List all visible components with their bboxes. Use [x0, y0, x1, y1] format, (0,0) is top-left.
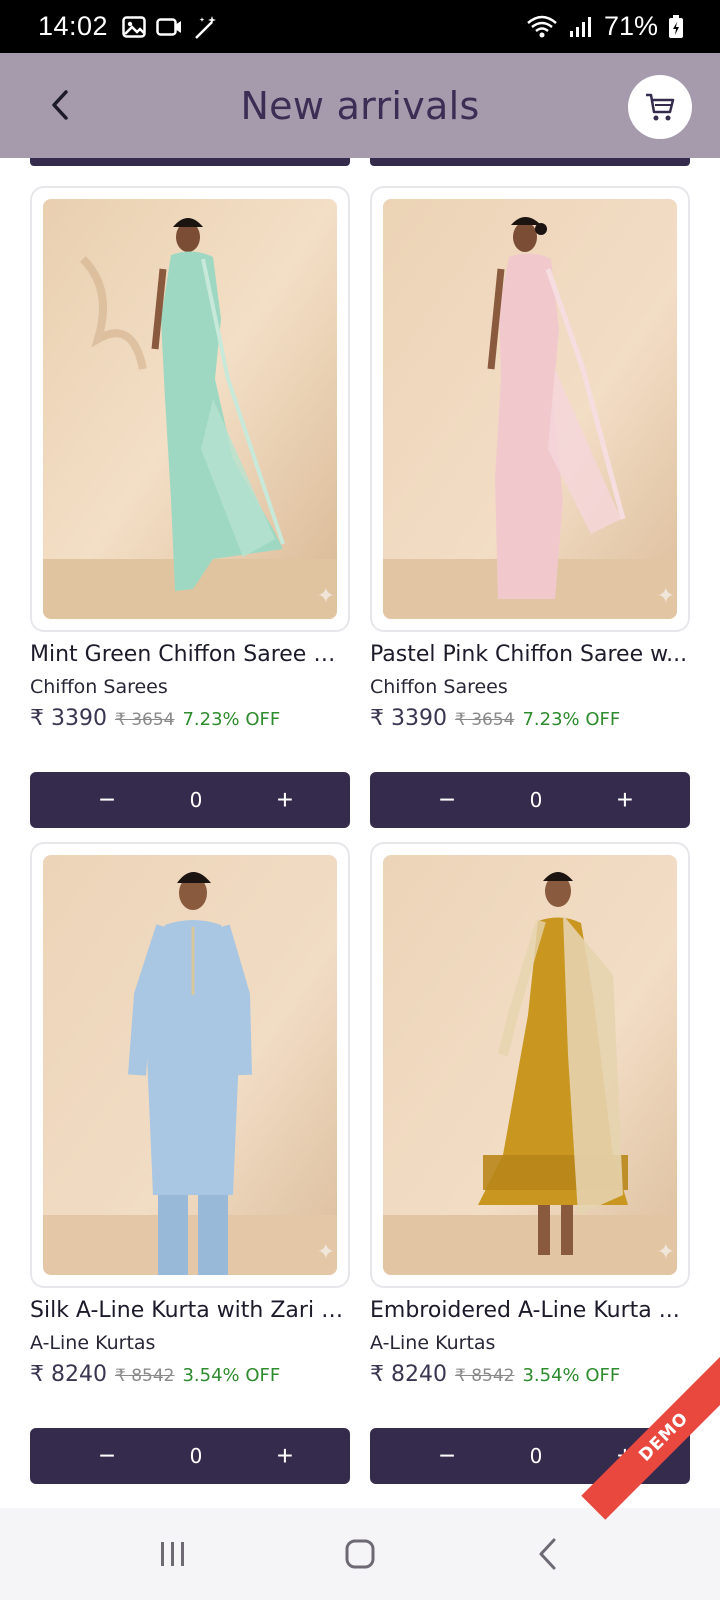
increase-button[interactable]: +	[270, 786, 300, 814]
quantity-value: 0	[189, 788, 203, 812]
product-mrp: ₹ 3654	[454, 710, 515, 730]
quantity-value: 0	[529, 788, 543, 812]
product-image[interactable]: ✦	[43, 855, 337, 1275]
back-nav-button[interactable]	[517, 1524, 577, 1584]
product-image-frame: ✦	[30, 842, 350, 1288]
product-name[interactable]: Embroidered A-Line Kurta ...	[370, 1298, 690, 1323]
cart-button[interactable]	[628, 75, 692, 139]
product-mrp: ₹ 3654	[114, 710, 175, 730]
price-row: ₹ 8240 ₹ 8542 3.54% OFF	[30, 1362, 280, 1387]
sparkle-icon: ✦	[656, 583, 675, 608]
product-price: ₹ 3390	[370, 706, 447, 731]
discount-label: 7.23% OFF	[182, 709, 281, 730]
product-category: A-Line Kurtas	[30, 1332, 156, 1354]
app-bar: New arrivals	[0, 53, 720, 158]
previous-stepper-peek	[30, 158, 350, 166]
discount-label: 3.54% OFF	[522, 1365, 621, 1386]
product-image-frame: ✦	[30, 186, 350, 632]
wifi-icon	[527, 15, 557, 37]
decrease-button[interactable]: −	[432, 786, 462, 814]
product-category: A-Line Kurtas	[370, 1332, 496, 1354]
product-image[interactable]: ✦	[383, 199, 677, 619]
recent-apps-icon	[161, 1542, 185, 1566]
sparkle-icon: ✦	[656, 1239, 675, 1264]
quantity-value: 0	[529, 1444, 543, 1468]
product-name[interactable]: Pastel Pink Chiffon Saree w...	[370, 642, 690, 667]
signal-icon	[569, 16, 591, 37]
back-icon	[539, 1538, 556, 1570]
sparkle-icon: ✦	[316, 1239, 335, 1264]
increase-button[interactable]: +	[270, 1442, 300, 1470]
magic-wand-icon	[195, 15, 217, 39]
status-time: 14:02	[38, 11, 109, 41]
battery-percent: 71%	[603, 11, 658, 41]
decrease-button[interactable]: −	[92, 786, 122, 814]
product-name[interactable]: Silk A-Line Kurta with Zari B...	[30, 1298, 350, 1323]
product-category: Chiffon Sarees	[30, 676, 168, 698]
increase-button[interactable]: +	[610, 786, 640, 814]
previous-stepper-peek	[370, 158, 690, 166]
product-image-frame: ✦	[370, 842, 690, 1288]
video-call-icon	[156, 17, 182, 36]
product-image-frame: ✦	[370, 186, 690, 632]
product-mrp: ₹ 8542	[114, 1366, 175, 1386]
battery-icon	[669, 14, 683, 38]
price-row: ₹ 3390 ₹ 3654 7.23% OFF	[30, 706, 280, 731]
home-button[interactable]	[330, 1524, 390, 1584]
discount-label: 3.54% OFF	[182, 1365, 281, 1386]
quantity-value: 0	[189, 1444, 203, 1468]
back-button[interactable]	[30, 75, 90, 135]
quantity-stepper: − 0 +	[30, 772, 350, 828]
chevron-left-icon	[52, 90, 68, 120]
decrease-button[interactable]: −	[432, 1442, 462, 1470]
product-category: Chiffon Sarees	[370, 676, 508, 698]
product-price: ₹ 8240	[370, 1362, 447, 1387]
price-row: ₹ 8240 ₹ 8542 3.54% OFF	[370, 1362, 620, 1387]
product-grid: ✦ Mint Green Chiffon Saree w... Chiffon …	[0, 158, 720, 1508]
home-icon	[345, 1539, 375, 1569]
recent-apps-button[interactable]	[143, 1524, 203, 1584]
page-title: New arrivals	[240, 83, 480, 128]
quantity-stepper: − 0 +	[370, 772, 690, 828]
product-mrp: ₹ 8542	[454, 1366, 515, 1386]
product-image[interactable]: ✦	[43, 199, 337, 619]
price-row: ₹ 3390 ₹ 3654 7.23% OFF	[370, 706, 620, 731]
status-bar: 14:02 71%	[0, 0, 720, 53]
system-nav-bar	[0, 1508, 720, 1600]
product-image[interactable]: ✦	[383, 855, 677, 1275]
sparkle-icon: ✦	[316, 583, 335, 608]
product-price: ₹ 3390	[30, 706, 107, 731]
cart-icon	[646, 93, 675, 121]
product-price: ₹ 8240	[30, 1362, 107, 1387]
gallery-icon	[122, 15, 146, 38]
product-name[interactable]: Mint Green Chiffon Saree w...	[30, 642, 350, 667]
quantity-stepper: − 0 +	[30, 1428, 350, 1484]
decrease-button[interactable]: −	[92, 1442, 122, 1470]
discount-label: 7.23% OFF	[522, 709, 621, 730]
